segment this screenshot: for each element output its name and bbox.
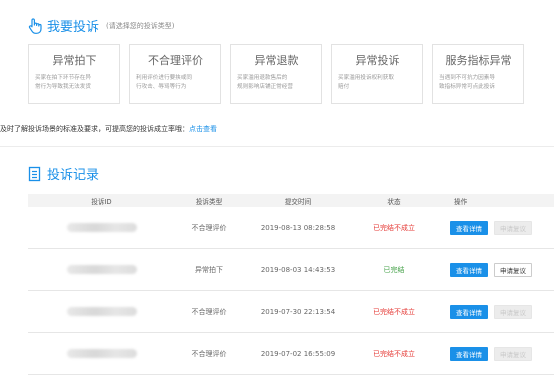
complaint-id-cell: [28, 307, 175, 316]
complaint-id-cell: [28, 349, 175, 358]
card-title: 异常投诉: [355, 54, 400, 67]
view-details-button[interactable]: 查看详情: [450, 346, 488, 361]
view-details-button[interactable]: 查看详情: [450, 304, 488, 319]
type-cell: 不合理评价: [191, 307, 227, 316]
request-review-button: 申请复议: [494, 346, 532, 361]
column-header: 操作: [454, 197, 468, 206]
records-table: 投诉ID 投诉类型 提交时间 状态 操作 不合理评价 2019-08-13 08…: [28, 194, 554, 375]
document-list-icon: [28, 166, 42, 182]
hand-pointer-icon: [28, 17, 42, 34]
actions-cell: 查看详情 申请复议: [435, 304, 554, 319]
card-unreasonable-review[interactable]: 不合理评价 利用评价进行要挟或同 行攻击、辱骂等行为: [129, 44, 221, 104]
records-title: 投诉记录: [47, 168, 100, 183]
type-cell: 异常拍下: [195, 265, 223, 274]
card-desc: 行攻击、辱骂等行为: [136, 84, 187, 90]
card-title: 异常退款: [254, 54, 299, 67]
time-cell: 2019-07-02 16:55:09: [260, 349, 336, 358]
card-title: 异常拍下: [52, 54, 97, 67]
column-header: 状态: [387, 197, 401, 206]
card-desc: 利用评价进行要挟或同: [136, 75, 192, 81]
column-header: 提交时间: [284, 197, 312, 206]
table-row: 不合理评价 2019-07-02 16:55:09 已完结不成立 查看详情 申请…: [28, 333, 554, 375]
table-row: 异常拍下 2019-08-03 14:43:53 已完结 查看详情 申请复议: [28, 249, 554, 291]
card-desc: 赔付: [338, 84, 350, 90]
complaint-subtitle: (请选择您的投诉类型): [106, 21, 175, 30]
request-review-button: 申请复议: [494, 220, 532, 235]
card-desc: 买家滥用投诉权利获取: [338, 75, 394, 81]
view-details-button[interactable]: 查看详情: [450, 220, 488, 235]
card-abnormal-complaint[interactable]: 异常投诉 买家滥用投诉权利获取 赔付: [331, 44, 423, 104]
table-row: 不合理评价 2019-07-30 22:13:54 已完结不成立 查看详情 申请…: [28, 291, 554, 333]
redacted-id: [66, 223, 137, 232]
view-standards-link[interactable]: 点击查看: [189, 125, 217, 133]
card-desc: 常行为导致我无法发货: [35, 84, 91, 90]
section-divider: [0, 146, 554, 147]
type-cell: 不合理评价: [191, 223, 227, 232]
card-desc: 买家滥用退款售后的: [237, 75, 288, 81]
card-title: 不合理评价: [148, 54, 203, 67]
table-row: 不合理评价 2019-08-13 08:28:58 已完结不成立 查看详情 申请…: [28, 207, 554, 249]
complaint-title: 我要投诉: [47, 20, 100, 35]
card-desc: 致指标异常可点此投诉: [439, 84, 495, 90]
records-header: 投诉记录: [28, 164, 99, 183]
complaint-type-cards: 异常拍下 买家在拍下环节存在异 常行为导致我无法发货 不合理评价 利用评价进行要…: [28, 44, 524, 104]
status-cell: 已完结: [383, 265, 405, 274]
actions-cell: 查看详情 申请复议: [435, 346, 554, 361]
table-header: 投诉ID 投诉类型 提交时间 状态 操作: [28, 194, 554, 207]
time-cell: 2019-08-03 14:43:53: [260, 265, 336, 274]
card-desc: 规则影响店铺正常经营: [237, 84, 293, 90]
card-desc: 买家在拍下环节存在异: [35, 75, 91, 81]
type-cell: 不合理评价: [191, 349, 227, 358]
complaint-id-cell: [28, 223, 175, 232]
complaint-header: 我要投诉 (请选择您的投诉类型): [28, 16, 174, 35]
actions-cell: 查看详情 申请复议: [435, 262, 554, 277]
card-title: 服务指标异常: [445, 54, 512, 67]
status-cell: 已完结不成立: [373, 307, 415, 316]
card-abnormal-refund[interactable]: 异常退款 买家滥用退款售后的 规则影响店铺正常经营: [230, 44, 322, 104]
time-cell: 2019-08-13 08:28:58: [260, 223, 336, 232]
view-details-button[interactable]: 查看详情: [450, 262, 488, 277]
redacted-id: [66, 349, 137, 358]
redacted-id: [66, 265, 137, 274]
card-desc: 当遇到不可抗力因素导: [439, 75, 495, 81]
complaint-id-cell: [28, 265, 175, 274]
column-header: 投诉ID: [91, 197, 112, 206]
complaint-notice: 及时了解投诉场景的标准及要求，可提高您的投诉成立率哦：点击查看: [0, 124, 217, 134]
status-cell: 已完结不成立: [373, 349, 415, 358]
redacted-id: [66, 307, 137, 316]
column-header: 投诉类型: [195, 197, 223, 206]
card-abnormal-order[interactable]: 异常拍下 买家在拍下环节存在异 常行为导致我无法发货: [28, 44, 120, 104]
request-review-button[interactable]: 申请复议: [494, 262, 532, 277]
status-cell: 已完结不成立: [373, 223, 415, 232]
actions-cell: 查看详情 申请复议: [435, 220, 554, 235]
card-service-metric[interactable]: 服务指标异常 当遇到不可抗力因素导 致指标异常可点此投诉: [432, 44, 524, 104]
request-review-button: 申请复议: [494, 304, 532, 319]
notice-text: 及时了解投诉场景的标准及要求，可提高您的投诉成立率哦：: [0, 125, 189, 133]
time-cell: 2019-07-30 22:13:54: [260, 307, 336, 316]
